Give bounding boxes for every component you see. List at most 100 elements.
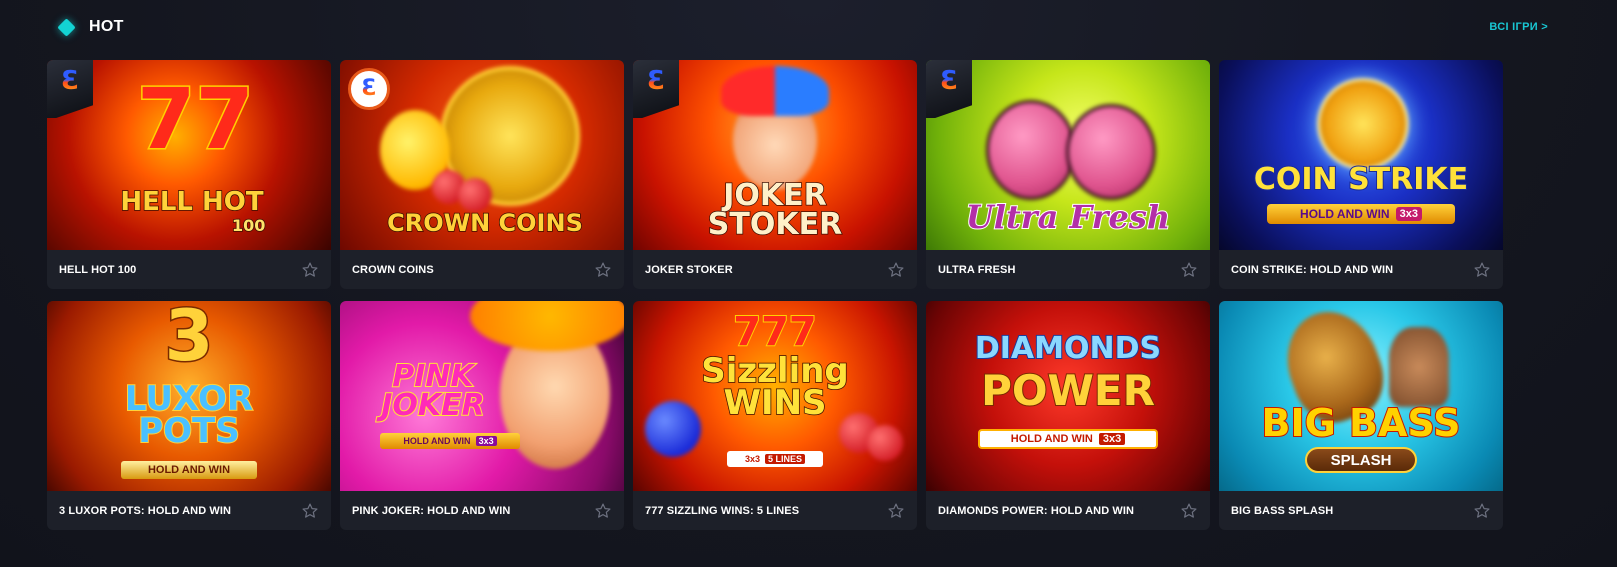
art-title-2: POWER: [980, 366, 1156, 415]
game-card[interactable]: PINK JOKER HOLD AND WIN 3x3 PINK JOKER: …: [340, 301, 624, 530]
game-name: PINK JOKER: HOLD AND WIN: [352, 504, 511, 517]
game-thumbnail[interactable]: BIG BASS SPLASH: [1219, 301, 1503, 491]
game-name: DIAMONDS POWER: HOLD AND WIN: [938, 504, 1135, 517]
art-title: JOKER STOKER: [707, 178, 843, 242]
art-title: PINK JOKER: [380, 359, 486, 423]
diamond-icon: [57, 17, 76, 37]
game-card-footer: PINK JOKER: HOLD AND WIN: [340, 491, 624, 530]
raspberry-graphic: [1066, 104, 1156, 200]
game-thumbnail[interactable]: 3 LUXOR POTS HOLD AND WIN: [47, 301, 331, 491]
game-name: JOKER STOKER: [645, 263, 733, 276]
game-card[interactable]: Ɛ Ultra Fresh ULTRA FRESH: [926, 60, 1210, 289]
game-name: ULTRA FRESH: [938, 263, 1016, 276]
favorite-star-icon[interactable]: [887, 502, 905, 520]
game-card[interactable]: BIG BASS SPLASH BIG BASS SPLASH: [1219, 301, 1503, 530]
art-title: BIG BASS: [1261, 401, 1462, 445]
game-name: 777 SIZZLING WINS: 5 LINES: [645, 504, 800, 517]
art-title: Ultra Fresh: [965, 198, 1171, 236]
art-number: 3: [163, 301, 215, 377]
section-title: HOT: [89, 18, 124, 35]
art-title: HELL HOT: [120, 187, 265, 217]
game-card-footer: HELL HOT 100: [47, 250, 331, 289]
game-name: COIN STRIKE: HOLD AND WIN: [1231, 263, 1394, 276]
game-thumbnail[interactable]: Ɛ Ultra Fresh: [926, 60, 1210, 250]
favorite-star-icon[interactable]: [1180, 502, 1198, 520]
game-thumbnail[interactable]: PINK JOKER HOLD AND WIN 3x3: [340, 301, 624, 491]
cherry-graphic: [867, 425, 903, 461]
art-subtitle: HOLD AND WIN: [147, 464, 231, 476]
game-thumbnail[interactable]: Ɛ JOKER STOKER: [633, 60, 917, 250]
game-card[interactable]: DIAMONDS POWER HOLD AND WIN 3x3 DIAMONDS…: [926, 301, 1210, 530]
game-thumbnail[interactable]: COIN STRIKE HOLD AND WIN 3x3: [1219, 60, 1503, 250]
game-card[interactable]: 777 Sizzling WINS 3x3 5 LINES 777 SIZZLI…: [633, 301, 917, 530]
game-card-footer: COIN STRIKE: HOLD AND WIN: [1219, 250, 1503, 289]
section-header: HOT ВСІ ІГРИ >: [56, 14, 1548, 40]
provider-logo-icon: Ɛ: [60, 66, 80, 96]
game-card[interactable]: 3 LUXOR POTS HOLD AND WIN 3 LUXOR POTS: …: [47, 301, 331, 530]
art-tag: 3x3: [475, 436, 497, 446]
art-banner: 3x3 5 LINES: [727, 451, 823, 467]
joker-hat-graphic: [721, 66, 829, 116]
favorite-star-icon[interactable]: [594, 261, 612, 279]
game-card[interactable]: Ɛ 77 HELL HOT 100 HELL HOT 100: [47, 60, 331, 289]
game-card-footer: DIAMONDS POWER: HOLD AND WIN: [926, 491, 1210, 530]
fisherman-graphic: [1389, 327, 1449, 407]
raspberry-graphic: [986, 100, 1076, 200]
art-subtitle: 3x3: [744, 454, 760, 464]
art-title: CROWN COINS: [386, 209, 583, 237]
art-title: Sizzling WINS: [700, 351, 849, 424]
favorite-star-icon[interactable]: [301, 502, 319, 520]
cherry-graphic: [458, 178, 492, 212]
art-number: 77: [136, 70, 256, 168]
game-card-footer: JOKER STOKER: [633, 250, 917, 289]
favorite-star-icon[interactable]: [594, 502, 612, 520]
games-grid: Ɛ 77 HELL HOT 100 HELL HOT 100 Ɛ CROWN C…: [47, 60, 1547, 530]
game-card-footer: ULTRA FRESH: [926, 250, 1210, 289]
game-thumbnail[interactable]: DIAMONDS POWER HOLD AND WIN 3x3: [926, 301, 1210, 491]
provider-badge: Ɛ: [47, 60, 93, 118]
art-banner: HOLD AND WIN 3x3: [978, 429, 1158, 449]
game-name: 3 LUXOR POTS: HOLD AND WIN: [59, 504, 232, 517]
art-subtitle: HOLD AND WIN: [403, 436, 471, 446]
game-name: HELL HOT 100: [59, 263, 137, 276]
art-subtitle: SPLASH: [1330, 451, 1392, 469]
provider-badge: Ɛ: [348, 68, 390, 110]
game-thumbnail[interactable]: Ɛ CROWN COINS: [340, 60, 624, 250]
art-title: COIN STRIKE: [1253, 162, 1469, 197]
art-banner: HOLD AND WIN 3x3: [1267, 204, 1455, 224]
game-card-footer: CROWN COINS: [340, 250, 624, 289]
art-number: 777: [732, 309, 817, 355]
art-banner: HOLD AND WIN: [121, 461, 257, 479]
art-subtitle: HOLD AND WIN: [1010, 433, 1093, 445]
favorite-star-icon[interactable]: [1180, 261, 1198, 279]
game-card-footer: 777 SIZZLING WINS: 5 LINES: [633, 491, 917, 530]
provider-badge: Ɛ: [926, 60, 972, 118]
game-card-footer: 3 LUXOR POTS: HOLD AND WIN: [47, 491, 331, 530]
favorite-star-icon[interactable]: [1473, 261, 1491, 279]
provider-logo-icon: Ɛ: [646, 66, 666, 96]
art-subtitle: HOLD AND WIN: [1300, 207, 1390, 221]
game-name: BIG BASS SPLASH: [1231, 504, 1334, 517]
art-tag: 3x3: [1395, 207, 1422, 221]
provider-logo-icon: Ɛ: [939, 66, 959, 96]
art-banner: HOLD AND WIN 3x3: [380, 433, 520, 449]
game-thumbnail[interactable]: 777 Sizzling WINS 3x3 5 LINES: [633, 301, 917, 491]
game-card[interactable]: Ɛ CROWN COINS CROWN COINS: [340, 60, 624, 289]
art-subtitle: 100: [231, 216, 266, 235]
game-thumbnail[interactable]: Ɛ 77 HELL HOT 100: [47, 60, 331, 250]
art-tag: 3x3: [1098, 433, 1126, 445]
art-title: DIAMONDS: [974, 331, 1162, 366]
provider-logo-icon: Ɛ: [361, 76, 377, 101]
favorite-star-icon[interactable]: [1473, 502, 1491, 520]
favorite-star-icon[interactable]: [887, 261, 905, 279]
coin-graphic: [1317, 78, 1409, 170]
section-title-group: HOT: [56, 17, 124, 37]
favorite-star-icon[interactable]: [301, 261, 319, 279]
game-card[interactable]: Ɛ JOKER STOKER JOKER STOKER: [633, 60, 917, 289]
joker-hat-graphic: [470, 301, 624, 351]
game-card-footer: BIG BASS SPLASH: [1219, 491, 1503, 530]
art-title: LUXOR POTS: [124, 379, 254, 452]
game-card[interactable]: COIN STRIKE HOLD AND WIN 3x3 COIN STRIKE…: [1219, 60, 1503, 289]
all-games-link[interactable]: ВСІ ІГРИ >: [1489, 21, 1548, 33]
art-banner: SPLASH: [1305, 447, 1417, 473]
